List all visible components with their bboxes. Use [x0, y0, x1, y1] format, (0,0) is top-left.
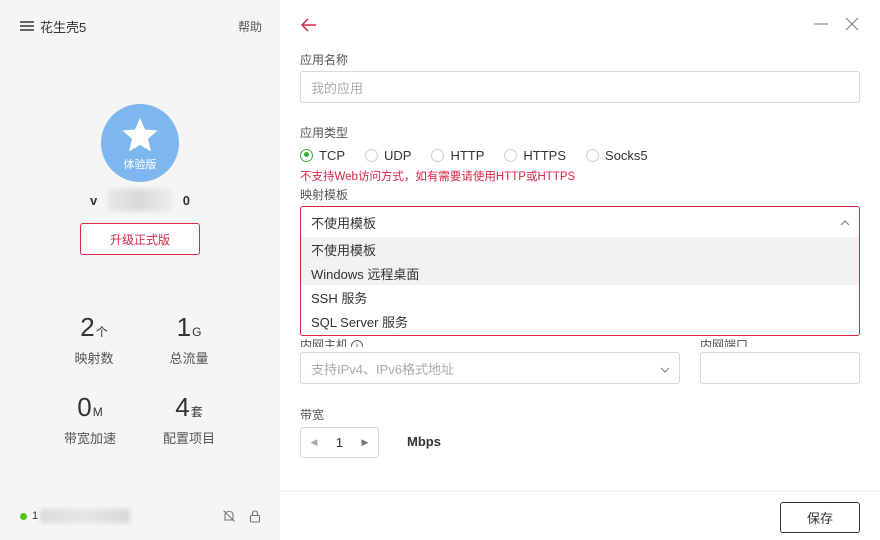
radio-label: TCP — [319, 147, 345, 163]
bandwidth-label: 带宽 — [300, 408, 325, 422]
edition-badge: 体验版 — [123, 158, 157, 171]
username-redacted — [108, 189, 172, 211]
host-label-text: 内网主机 — [300, 338, 349, 347]
minimize-icon[interactable] — [813, 16, 829, 32]
template-option[interactable]: SSH 服务 — [301, 285, 859, 309]
radio-circle — [504, 148, 518, 162]
host-placeholder: 支持IPv4、IPv6格式地址 — [311, 361, 455, 377]
sidebar-header: 花生壳5 帮助 — [20, 16, 262, 36]
stat-label: 带宽加速 — [63, 431, 116, 446]
form-footer: 保存 — [280, 491, 880, 540]
app-type-label: 应用类型 — [300, 126, 349, 140]
online-status-dot — [20, 512, 27, 520]
lock-icon[interactable] — [248, 509, 262, 523]
avatar: 体验版 — [101, 104, 179, 182]
template-dropdown: 不使用模板 Windows 远程桌面 SSH 服务 SQL Server 服务 — [300, 237, 860, 336]
bandwidth-unit: Mbps — [407, 434, 441, 449]
info-icon[interactable]: i — [351, 339, 364, 347]
help-link[interactable]: 帮助 — [238, 18, 262, 35]
stat-value: 2 — [80, 312, 95, 342]
template-option[interactable]: SQL Server 服务 — [301, 309, 859, 333]
stat-value: 0 — [77, 392, 92, 422]
stat-value: 1 — [176, 312, 192, 342]
radio-circle — [300, 148, 313, 162]
mapping-form: 应用名称 我的应用 应用类型 TCP UDP HTTP HTTPS Socks5… — [280, 0, 880, 540]
radio-tcp[interactable]: TCP — [300, 148, 345, 163]
template-option[interactable]: 不使用模板 — [301, 237, 859, 261]
stat-config: 4套 配置项目 — [144, 392, 234, 447]
host-label: 内网主机 i — [300, 336, 364, 347]
stat-label: 映射数 — [74, 351, 114, 366]
radio-http[interactable]: HTTP — [431, 148, 484, 163]
save-button[interactable]: 保存 — [780, 502, 860, 533]
upgrade-button[interactable]: 升级正式版 — [80, 223, 200, 255]
close-icon[interactable] — [844, 16, 860, 32]
radio-socks5[interactable]: Socks5 — [586, 148, 648, 163]
app-name-label: 应用名称 — [300, 53, 349, 67]
username-end: 0 — [182, 192, 190, 208]
increment-button[interactable]: ▶ — [352, 428, 378, 457]
radio-circle — [365, 148, 378, 162]
protocol-warning: 不支持Web访问方式，如有需要请使用HTTP或HTTPS — [300, 171, 576, 183]
host-input[interactable]: 支持IPv4、IPv6格式地址 — [300, 352, 680, 384]
stat-unit: M — [92, 405, 103, 419]
template-option[interactable]: Windows 远程桌面 — [301, 261, 859, 285]
stat-traffic: 1G 总流量 — [144, 312, 234, 367]
star-icon — [122, 117, 158, 151]
stat-mappings: 2个 映射数 — [49, 312, 139, 367]
app-type-radio-group: TCP UDP HTTP HTTPS Socks5 — [300, 146, 668, 164]
radio-label: HTTP — [450, 147, 485, 163]
radio-https[interactable]: HTTPS — [504, 148, 566, 163]
device-id: 1 — [32, 510, 39, 522]
device-id-redacted — [40, 509, 131, 523]
username-start: v — [90, 192, 98, 208]
stat-value: 4 — [175, 392, 190, 422]
radio-label: Socks5 — [605, 147, 648, 163]
chevron-down-icon[interactable] — [659, 364, 671, 376]
stat-unit: 个 — [95, 325, 108, 339]
bandwidth-value[interactable]: 1 — [327, 435, 352, 450]
stat-bandwidth: 0M 带宽加速 — [45, 392, 135, 447]
port-input[interactable] — [700, 352, 860, 384]
stat-label: 总流量 — [169, 351, 209, 366]
chevron-up-icon — [840, 220, 850, 226]
decrement-button[interactable]: ◀ — [301, 428, 327, 457]
radio-circle — [431, 148, 445, 162]
sidebar: 花生壳5 帮助 体验版 v 0 升级正式版 2个 映射数 1G 总流量 0M 带… — [0, 0, 280, 540]
notification-off-icon[interactable] — [222, 509, 236, 523]
app-title: 花生壳5 — [40, 19, 87, 35]
template-select[interactable]: 不使用模板 — [300, 206, 860, 238]
hamburger-menu-icon[interactable] — [20, 20, 34, 32]
template-label: 映射模板 — [300, 188, 349, 202]
back-arrow-icon[interactable] — [300, 16, 318, 34]
template-selected-value: 不使用模板 — [311, 215, 377, 231]
username: v 0 — [90, 189, 190, 211]
stat-unit: G — [192, 325, 202, 339]
app-window: 花生壳5 帮助 体验版 v 0 升级正式版 2个 映射数 1G 总流量 0M 带… — [0, 0, 880, 540]
radio-label: UDP — [384, 147, 412, 163]
app-name-input[interactable]: 我的应用 — [300, 71, 860, 103]
stat-unit: 套 — [190, 405, 203, 419]
port-label: 内网端口 — [700, 338, 749, 347]
app-name-placeholder: 我的应用 — [311, 80, 364, 96]
stat-label: 配置项目 — [162, 431, 215, 446]
bandwidth-stepper: ◀ 1 ▶ — [300, 427, 379, 458]
sidebar-footer: 1 — [20, 508, 262, 524]
radio-udp[interactable]: UDP — [365, 148, 411, 163]
radio-label: HTTPS — [523, 147, 567, 163]
radio-circle — [586, 148, 600, 162]
